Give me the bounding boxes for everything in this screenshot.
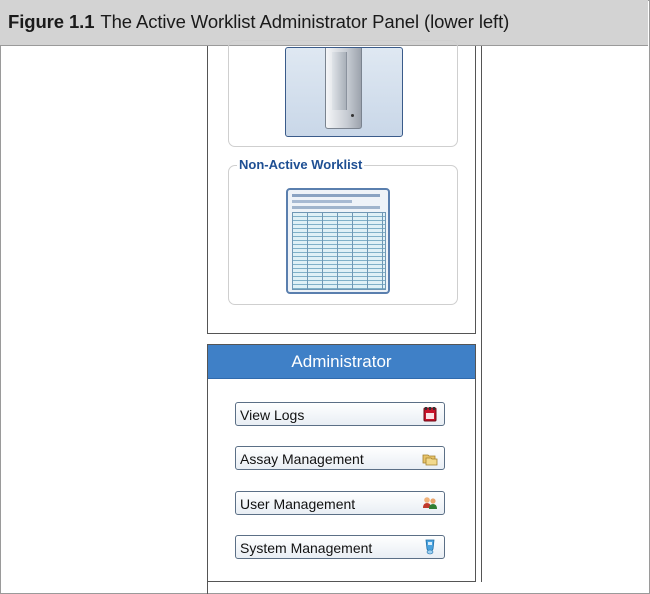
user-management-button[interactable]: User Management [235, 491, 445, 515]
folders-icon [422, 454, 438, 466]
screenshot-border-right [481, 46, 482, 582]
administrator-panel: Administrator View Logs Assay Management… [207, 344, 476, 582]
administrator-header: Administrator [208, 345, 475, 379]
instrument-icon [325, 48, 362, 129]
notebook-icon [423, 407, 437, 422]
thumbnail-table [292, 212, 386, 290]
instrument-indicator [351, 114, 354, 117]
administrator-title: Administrator [291, 352, 392, 371]
screenshot-border-left [207, 580, 208, 594]
system-icon [425, 539, 435, 555]
thumbnail-toolbar [292, 194, 380, 197]
figure-label: Figure 1.1 [8, 11, 95, 32]
instrument-door [332, 52, 347, 110]
non-active-worklist-title: Non-Active Worklist [237, 157, 365, 172]
system-management-label: System Management [240, 540, 373, 556]
view-logs-button[interactable]: View Logs [235, 402, 445, 426]
figure-caption: Figure 1.1 The Active Worklist Administra… [8, 11, 509, 33]
figure-caption-text: The Active Worklist Administrator Panel … [100, 11, 510, 32]
assay-management-label: Assay Management [240, 451, 364, 467]
view-logs-label: View Logs [240, 407, 305, 423]
user-management-label: User Management [240, 496, 356, 512]
active-worklist-box[interactable] [228, 40, 458, 147]
worklist-thumbnail[interactable] [286, 188, 390, 294]
users-icon [423, 497, 437, 509]
assay-management-button[interactable]: Assay Management [235, 446, 445, 470]
thumbnail-toolbar [292, 206, 380, 209]
system-management-button[interactable]: System Management [235, 535, 445, 559]
non-active-worklist-box[interactable]: Non-Active Worklist [228, 157, 458, 305]
instrument-image[interactable] [285, 47, 403, 137]
thumbnail-toolbar [292, 200, 352, 203]
worklist-panel: Non-Active Worklist [207, 40, 476, 334]
thumbnail-columns [293, 213, 385, 289]
